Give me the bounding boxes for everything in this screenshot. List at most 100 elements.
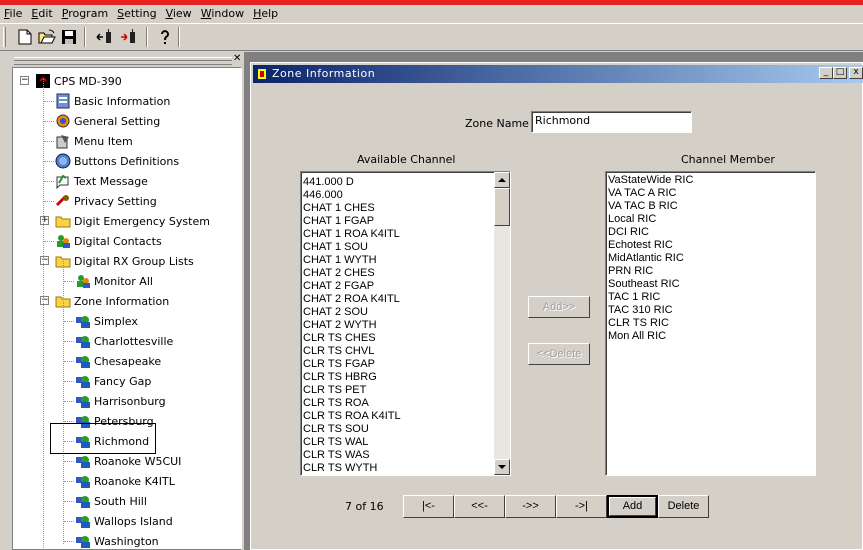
write-radio-icon[interactable] (118, 26, 140, 48)
tree-item-zone-information[interactable]: Zone Information (55, 291, 169, 311)
channel-member-item[interactable]: VA TAC B RIC (606, 200, 815, 213)
channel-member-item[interactable]: CLR TS RIC (606, 317, 815, 330)
channel-member-item[interactable]: TAC 310 RIC (606, 304, 815, 317)
available-channel-item[interactable]: CLR TS HBRG (301, 371, 492, 384)
available-channel-item[interactable]: 446.000 (301, 189, 492, 202)
available-channel-item[interactable]: 441.000 D (301, 176, 492, 189)
available-channel-item[interactable]: CLR TS WAL (301, 436, 492, 449)
expand-collapse-icon[interactable]: + (40, 216, 49, 225)
available-channel-item[interactable]: CLR TS ROA (301, 397, 492, 410)
channel-member-item[interactable]: Local RIC (606, 213, 815, 226)
menu-accelerator: V (165, 7, 173, 20)
channel-member-item[interactable]: Echotest RIC (606, 239, 815, 252)
menu-item-help[interactable]: Help (249, 5, 283, 23)
available-channel-item[interactable]: CLR TS PET (301, 384, 492, 397)
tree-zone-washington[interactable]: Washington (75, 531, 159, 549)
tree-root[interactable]: CPS MD-390 (35, 71, 122, 91)
channel-member-item[interactable]: VaStateWide RIC (606, 174, 815, 187)
menu-item-view[interactable]: View (162, 5, 197, 23)
channel-member-item[interactable]: Mon All RIC (606, 330, 815, 343)
available-channel-item[interactable]: CLR TS ROA K4ITL (301, 410, 492, 423)
channel-member-item[interactable]: VA TAC A RIC (606, 187, 815, 200)
open-folder-icon[interactable] (36, 26, 58, 48)
available-channel-item[interactable]: CHAT 2 CHES (301, 267, 492, 280)
channel-member-item[interactable]: TAC 1 RIC (606, 291, 815, 304)
help-icon[interactable] (154, 26, 176, 48)
tree-zone-roanoke-w5cui[interactable]: Roanoke W5CUI (75, 451, 181, 471)
tree-item-digit-emergency-system[interactable]: Digit Emergency System (55, 211, 210, 231)
available-channel-item[interactable]: CLR TS SOU (301, 423, 492, 436)
close-button[interactable]: x (849, 67, 863, 79)
channel-member-item[interactable]: MidAtlantic RIC (606, 252, 815, 265)
delete-from-member-button[interactable]: <<Delete (528, 343, 590, 365)
available-channel-item[interactable]: CLR TS CHVL (301, 345, 492, 358)
expand-collapse-icon[interactable]: − (40, 256, 49, 265)
available-channel-item[interactable]: CHAT 2 WYTH (301, 319, 492, 332)
window-titlebar[interactable]: Zone Information _ □ x (253, 65, 863, 83)
available-channel-item[interactable]: CHAT 1 FGAP (301, 215, 492, 228)
tree-zone-simplex[interactable]: Simplex (75, 311, 138, 331)
channel-member-item[interactable]: PRN RIC (606, 265, 815, 278)
tree-zone-south-hill[interactable]: South Hill (75, 491, 147, 511)
channel-member-list[interactable]: VaStateWide RIC VA TAC A RIC VA TAC B RIC L… (605, 171, 816, 476)
save-disk-icon[interactable] (58, 26, 80, 48)
available-channel-item[interactable]: CLR TS FGAP (301, 358, 492, 371)
available-channel-item[interactable]: CHAT 2 SOU (301, 306, 492, 319)
last-zone-button[interactable]: ->| (556, 495, 607, 518)
menu-item-setting[interactable]: Setting (113, 5, 161, 23)
menu-item-edit[interactable]: Edit (27, 5, 57, 23)
available-channel-item[interactable]: CHAT 2 ROA K4ITL (301, 293, 492, 306)
tree-zone-fancy-gap[interactable]: Fancy Gap (75, 371, 151, 391)
panel-grip[interactable] (14, 57, 232, 65)
expand-collapse-icon[interactable]: − (40, 296, 49, 305)
channel-member-item[interactable]: Southeast RIC (606, 278, 815, 291)
tree-item-monitor-all[interactable]: Monitor All (75, 271, 153, 291)
menu-item-window[interactable]: Window (197, 5, 249, 23)
channel-member-item[interactable]: DCI RIC (606, 226, 815, 239)
tree-item-text-message[interactable]: Text Message (55, 171, 148, 191)
tree-item-digital-rx-group-lists[interactable]: Digital RX Group Lists (55, 251, 194, 271)
tree-item-privacy-setting[interactable]: Privacy Setting (55, 191, 157, 211)
maximize-button[interactable]: □ (833, 67, 847, 79)
tree-zone-wallops-island[interactable]: Wallops Island (75, 511, 173, 531)
scroll-down-button[interactable] (494, 459, 510, 475)
available-channel-item[interactable]: CLR TS ... (301, 475, 492, 476)
available-list-scrollbar[interactable] (494, 172, 510, 475)
available-channel-item[interactable]: CHAT 1 WYTH (301, 254, 492, 267)
first-zone-button[interactable]: |<- (403, 495, 454, 518)
available-channel-item[interactable]: CHAT 1 SOU (301, 241, 492, 254)
add-zone-button[interactable]: Add (607, 495, 658, 518)
scroll-up-button[interactable] (494, 172, 510, 188)
tree-zone-charlottesville[interactable]: Charlottesville (75, 331, 173, 351)
expand-collapse-icon[interactable]: − (20, 76, 29, 85)
next-zone-button[interactable]: ->> (505, 495, 556, 518)
tree-zone-roanoke-k4itl[interactable]: Roanoke K4ITL (75, 471, 175, 491)
available-channel-item[interactable]: CHAT 2 FGAP (301, 280, 492, 293)
menu-item-file[interactable]: File (0, 5, 27, 23)
available-channel-item[interactable]: CLR TS WYTH (301, 462, 492, 475)
tree-item-general-setting[interactable]: General Setting (55, 111, 160, 131)
tree-item-menu-item[interactable]: Menu Item (55, 131, 133, 151)
available-channel-item[interactable]: CHAT 1 CHES (301, 202, 492, 215)
toolbar-separator (146, 27, 148, 47)
menu-item-program[interactable]: Program (58, 5, 113, 23)
panel-close-icon[interactable]: ✕ (233, 53, 241, 64)
previous-zone-button[interactable]: <<- (454, 495, 505, 518)
scroll-thumb[interactable] (494, 188, 510, 226)
tree-node-label: Charlottesville (94, 334, 174, 348)
available-channel-list[interactable]: 441.000 D 446.000 CHAT 1 CHES CHAT 1 FGAP CH… (300, 171, 511, 476)
minimize-button[interactable]: _ (819, 67, 833, 79)
read-radio-icon[interactable] (94, 26, 116, 48)
new-file-icon[interactable] (14, 26, 36, 48)
available-channel-item[interactable]: CLR TS CHES (301, 332, 492, 345)
tree-zone-harrisonburg[interactable]: Harrisonburg (75, 391, 166, 411)
add-to-member-button[interactable]: Add>> (528, 296, 590, 318)
zone-name-input[interactable]: Richmond (531, 111, 692, 133)
available-channel-item[interactable]: CHAT 1 ROA K4ITL (301, 228, 492, 241)
tree-item-digital-contacts[interactable]: Digital Contacts (55, 231, 162, 251)
tree-item-buttons-definitions[interactable]: Buttons Definitions (55, 151, 179, 171)
tree-item-basic-information[interactable]: Basic Information (55, 91, 170, 111)
delete-zone-button[interactable]: Delete (658, 495, 709, 518)
available-channel-item[interactable]: CLR TS WAS (301, 449, 492, 462)
tree-zone-chesapeake[interactable]: Chesapeake (75, 351, 161, 371)
